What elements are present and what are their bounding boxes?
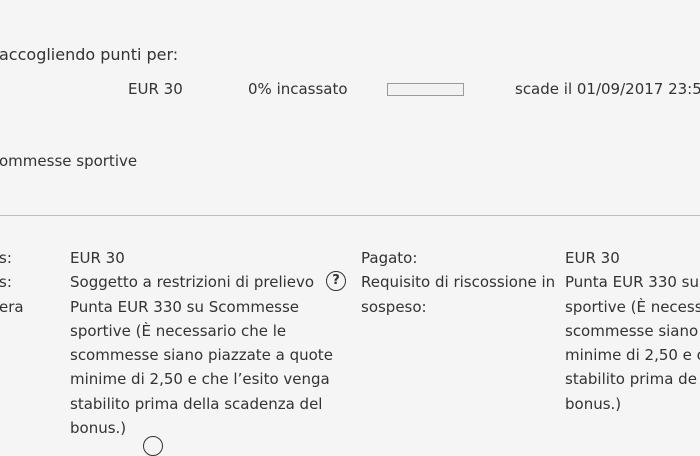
- paid-label: Pagato:: [361, 249, 418, 267]
- requirement-text: Punta EUR 330 su: [565, 273, 700, 292]
- requirement-label: sospeso:: [361, 297, 427, 316]
- requirement-text: sportive (È necess: [565, 297, 700, 316]
- wager-text: scommesse siano piazzate a quote: [70, 346, 333, 365]
- wager-text: sportive (È necessario che le: [70, 321, 287, 340]
- wager-text: minime di 2,50 e che l’esito venga: [70, 370, 330, 389]
- left-labels: s: s: era: [0, 246, 24, 319]
- paid-value: EUR 30: [565, 249, 620, 267]
- wager-text: bonus.): [70, 419, 127, 438]
- restriction-text: Soggetto a restrizioni di prelievo: [70, 273, 315, 292]
- wager-text: Punta EUR 330 su Scommesse: [70, 297, 300, 316]
- requirement-text: minime di 2,50 e c: [565, 346, 700, 365]
- mid-labels: Pagato: Requisito di riscossione in sosp…: [361, 246, 555, 319]
- amount-value: EUR 30: [70, 249, 125, 267]
- bonus-heading: accogliendo punti per:: [0, 45, 179, 64]
- help-icon[interactable]: [143, 436, 163, 456]
- expiry-date: scade il 01/09/2017 23:5: [515, 80, 700, 98]
- left-values: EUR 30 Soggetto a restrizioni di preliev…: [70, 246, 333, 440]
- progress-text: 0% incassato: [248, 80, 348, 98]
- right-values: EUR 30 Punta EUR 330 su sportive (È nece…: [565, 246, 700, 416]
- detail-label: s:: [0, 249, 12, 267]
- requirement-text: stabilito prima de: [565, 370, 697, 389]
- requirement-text: scommesse siano: [565, 321, 699, 340]
- wager-text: stabilito prima della scadenza del: [70, 394, 323, 413]
- progress-bar: [387, 83, 464, 96]
- detail-label: s:: [0, 273, 12, 292]
- requirement-text: bonus.): [565, 394, 622, 413]
- section-divider: [0, 215, 700, 216]
- help-icon[interactable]: ?: [326, 271, 346, 291]
- bonus-amount: EUR 30: [128, 80, 183, 98]
- detail-label: era: [0, 297, 24, 316]
- requirement-label: Requisito di riscossione in: [361, 273, 556, 292]
- bonus-category: ommesse sportive: [0, 152, 138, 170]
